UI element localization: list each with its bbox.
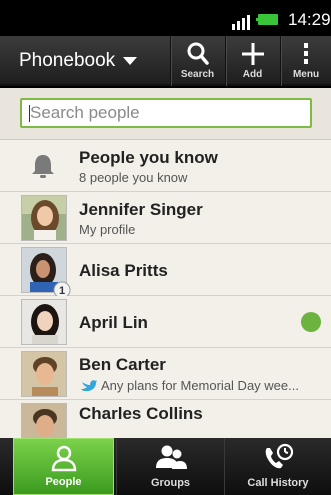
contact-name: Ben Carter xyxy=(79,355,166,374)
contact-name: April Lin xyxy=(79,313,148,332)
action-bar: Phonebook Search Add Menu xyxy=(0,36,331,86)
status-bar: 14:29 xyxy=(0,0,331,36)
people-list: People you know 8 people you know Jennif… xyxy=(0,88,331,438)
search-field-frame xyxy=(20,98,312,128)
phone-clock-icon xyxy=(265,443,294,469)
contact-name: People you know xyxy=(79,148,218,167)
menu-icon xyxy=(304,43,308,64)
tab-label: Call History xyxy=(247,477,309,489)
avatar xyxy=(21,299,67,345)
menu-label: Menu xyxy=(292,69,320,80)
contact-subtitle: My profile xyxy=(79,222,136,237)
tab-groups[interactable]: Groups xyxy=(117,438,224,495)
tab-people[interactable]: People xyxy=(13,438,114,495)
add-label: Add xyxy=(242,69,263,80)
person-icon xyxy=(51,445,76,472)
twitter-bird-icon xyxy=(81,380,97,392)
list-item-people-you-know[interactable]: People you know 8 people you know xyxy=(0,140,331,192)
list-item-alisa-pritts[interactable]: 1 Alisa Pritts xyxy=(0,244,331,299)
list-item-ben-carter[interactable]: Ben Carter Any plans for Memorial Day we… xyxy=(0,348,331,400)
search-label: Search xyxy=(180,69,215,80)
text-cursor xyxy=(29,105,30,122)
status-time: 14:29 xyxy=(288,10,331,29)
signal-icon xyxy=(232,12,250,30)
menu-button[interactable]: Menu xyxy=(280,36,331,86)
contact-name: Charles Collins xyxy=(79,404,203,423)
contact-name: Jennifer Singer xyxy=(79,200,203,219)
avatar xyxy=(21,351,67,397)
group-icon xyxy=(155,445,187,469)
avatar xyxy=(21,403,67,438)
tab-label: People xyxy=(45,476,82,488)
list-item-april-lin[interactable]: April Lin xyxy=(0,296,331,348)
battery-icon xyxy=(256,14,278,25)
app-title: Phonebook xyxy=(19,50,116,71)
avatar xyxy=(21,195,67,241)
bell-icon xyxy=(32,155,54,178)
add-button[interactable]: Add xyxy=(225,36,279,86)
presence-online-icon xyxy=(301,312,321,332)
bottom-tab-bar: People Groups Call History xyxy=(0,438,331,495)
plus-icon xyxy=(241,43,264,65)
search-icon xyxy=(187,42,209,65)
search-bar xyxy=(0,88,331,140)
tab-call-history[interactable]: Call History xyxy=(225,438,331,495)
search-input[interactable] xyxy=(22,100,310,126)
contact-subtitle: 8 people you know xyxy=(79,170,188,185)
contact-name: Alisa Pritts xyxy=(79,261,168,280)
chevron-down-icon xyxy=(123,57,138,65)
list-item-jennifer-singer[interactable]: Jennifer Singer My profile xyxy=(0,192,331,244)
contact-status-update: Any plans for Memorial Day wee... xyxy=(101,378,299,393)
phonebook-dropdown[interactable]: Phonebook xyxy=(19,50,138,72)
search-button[interactable]: Search xyxy=(170,36,224,86)
tab-label: Groups xyxy=(150,477,191,489)
list-item-charles-collins[interactable]: Charles Collins xyxy=(0,400,331,438)
